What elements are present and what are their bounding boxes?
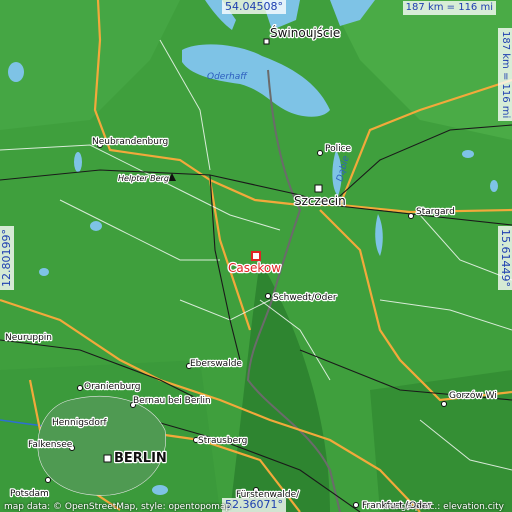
lake-south-2 (152, 485, 168, 495)
latitude-bottom-label: 52.36071° (222, 498, 286, 512)
longitude-right-label: 15.61449° (498, 226, 512, 290)
label-neubrandenburg: Neubrandenburg (92, 137, 168, 147)
label-falkensee: Falkensee (28, 440, 73, 450)
lake-west-3 (90, 221, 102, 231)
topographic-map[interactable]: Świnoujście Oderhaff Police Dąbie Szczec… (0, 0, 512, 512)
label-schwedt: Schwedt/Oder (273, 293, 337, 303)
lake-west-2 (74, 152, 82, 172)
attribution-text: map data: © OpenStreetMap, style: opento… (4, 502, 232, 512)
marker-oranienburg (77, 385, 83, 391)
scale-vertical-label: 187 km = 116 mi (498, 28, 512, 122)
marker-schwedt (265, 293, 271, 299)
longitude-left-label: 12.80199° (0, 226, 14, 290)
lake-west-1 (8, 62, 24, 82)
latitude-top-label: 54.04508° (222, 0, 286, 14)
label-hennigsdorf: Hennigsdorf (52, 418, 108, 428)
lake-west-4 (39, 268, 49, 276)
marker-berlin (103, 454, 112, 463)
label-swinoujscie: Świnoujście (270, 25, 340, 40)
label-potsdam: Potsdam (10, 489, 49, 499)
marker-frankfurt (353, 502, 359, 508)
image-processing-credit: image proc.: elevation.city (383, 502, 504, 512)
label-oderhaff: Oderhaff (207, 72, 248, 82)
lake-east-1 (462, 150, 474, 158)
label-helpter-berg: Helpter Berg (118, 174, 169, 183)
label-berlin: BERLIN (114, 451, 167, 466)
marker-potsdam (45, 477, 51, 483)
marker-police (317, 150, 323, 156)
label-stargard: Stargard (416, 207, 455, 217)
label-bernau: Bernau bei Berlin (133, 396, 211, 406)
label-strausberg: Strausberg (198, 436, 247, 446)
label-szczecin: Szczecin (294, 194, 346, 208)
scale-horizontal-label: 187 km = 116 mi (402, 1, 496, 15)
marker-swinoujscie (263, 38, 270, 45)
label-neuruppin: Neuruppin (5, 333, 52, 343)
label-eberswalde: Eberswalde (190, 359, 242, 369)
target-location-marker[interactable] (251, 251, 261, 261)
lake-east-2 (490, 180, 498, 192)
label-target-place[interactable]: Casekow (227, 260, 283, 277)
marker-szczecin (314, 184, 323, 193)
marker-gorzow (441, 401, 447, 407)
label-police: Police (325, 144, 352, 154)
label-gorzow: Gorzów Wi (449, 390, 497, 401)
marker-stargard (408, 213, 414, 219)
label-oranienburg: Oranienburg (84, 382, 140, 392)
